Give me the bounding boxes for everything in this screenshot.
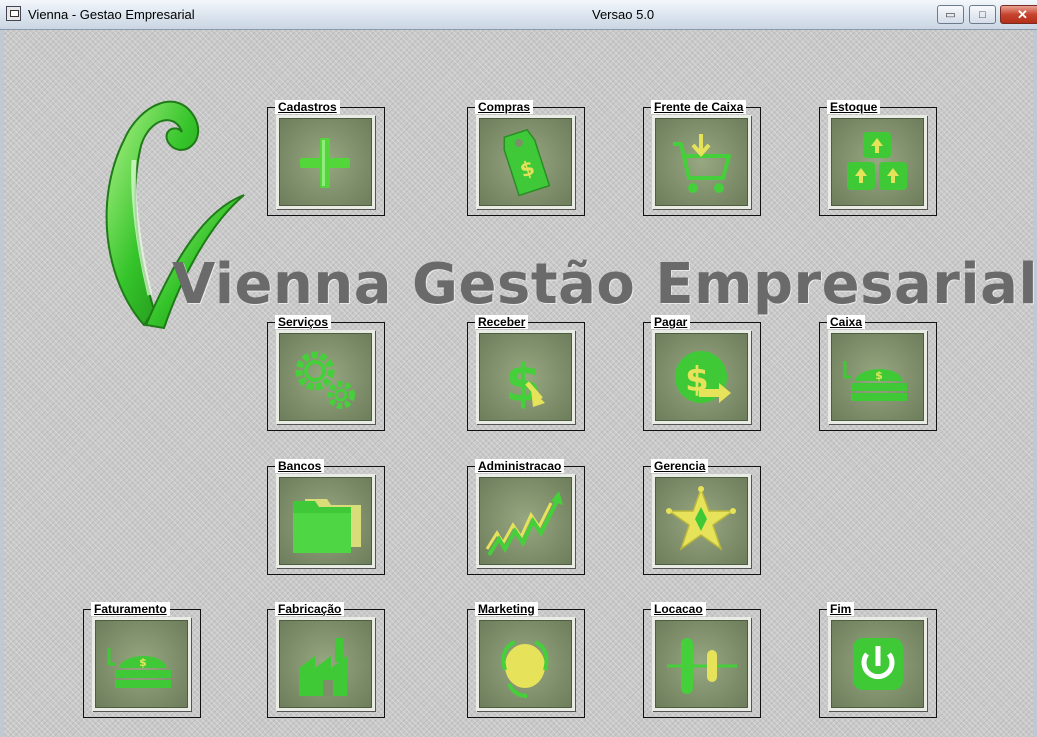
frente-de-caixa-button[interactable] bbox=[652, 115, 751, 209]
bancos-button[interactable] bbox=[276, 474, 375, 568]
factory-icon bbox=[299, 638, 347, 696]
tile-frente-de-caixa: Frente de Caixa bbox=[643, 100, 761, 216]
fim-button[interactable] bbox=[828, 617, 927, 711]
tile-label: Fabricação bbox=[275, 602, 345, 616]
stock-boxes-icon bbox=[847, 132, 907, 190]
tile-gerencia: Gerencia bbox=[643, 459, 761, 575]
close-button[interactable]: ✕ bbox=[1000, 5, 1037, 24]
dollar-in-icon: $ bbox=[505, 354, 545, 414]
gears-icon bbox=[295, 351, 355, 409]
tile-servicos: Serviços bbox=[267, 315, 385, 431]
tile-label: Fim bbox=[827, 602, 855, 616]
tile-locacao: Locacao bbox=[643, 602, 761, 718]
headset-icon bbox=[501, 640, 549, 698]
tile-label: Caixa bbox=[827, 315, 866, 329]
cash-register-icon: $ bbox=[843, 361, 907, 401]
svg-text:$: $ bbox=[875, 369, 883, 382]
tile-label: Faturamento bbox=[91, 602, 170, 616]
price-tag-icon: $ bbox=[503, 128, 551, 197]
growth-chart-icon bbox=[485, 491, 563, 557]
tile-label: Marketing bbox=[475, 602, 538, 616]
tile-fabricacao: Fabricação bbox=[267, 602, 385, 718]
tile-label: Cadastros bbox=[275, 100, 340, 114]
minimize-button[interactable]: ▭ bbox=[937, 5, 964, 24]
app-icon[interactable] bbox=[6, 6, 21, 21]
close-icon: ✕ bbox=[1017, 6, 1028, 22]
version-label: Versao 5.0 bbox=[592, 7, 655, 22]
gerencia-button[interactable] bbox=[652, 474, 751, 568]
pagar-button[interactable]: $ bbox=[652, 330, 751, 424]
tile-bancos: Bancos bbox=[267, 459, 385, 575]
tile-compras: Compras $ bbox=[467, 100, 585, 216]
tile-label: Locacao bbox=[651, 602, 706, 616]
window-title: Vienna - Gestao Empresarial bbox=[28, 7, 195, 22]
title-bar: Vienna - Gestao Empresarial Versao 5.0 ▭… bbox=[0, 0, 1037, 30]
tile-estoque: Estoque bbox=[819, 100, 937, 216]
dollar-out-icon: $ bbox=[675, 351, 731, 403]
restore-button[interactable]: □ bbox=[969, 5, 996, 24]
tile-caixa: Caixa $ bbox=[819, 315, 937, 431]
restore-icon: □ bbox=[979, 8, 986, 21]
servicos-button[interactable] bbox=[276, 330, 375, 424]
tile-label: Gerencia bbox=[651, 459, 709, 473]
svg-text:$: $ bbox=[139, 656, 147, 669]
tile-administracao: Administracao bbox=[467, 459, 585, 575]
tile-pagar: Pagar $ bbox=[643, 315, 761, 431]
tile-label: Compras bbox=[475, 100, 534, 114]
receber-button[interactable]: $ bbox=[476, 330, 575, 424]
locacao-button[interactable] bbox=[652, 617, 751, 711]
tile-faturamento: Faturamento $ bbox=[83, 602, 201, 718]
compras-button[interactable]: $ bbox=[476, 115, 575, 209]
tile-label: Frente de Caixa bbox=[651, 100, 747, 114]
tile-label: Pagar bbox=[651, 315, 691, 329]
marketing-button[interactable] bbox=[476, 617, 575, 711]
tile-receber: Receber $ bbox=[467, 315, 585, 431]
tile-label: Serviços bbox=[275, 315, 332, 329]
tile-marketing: Marketing bbox=[467, 602, 585, 718]
tile-cadastros: Cadastros bbox=[267, 100, 385, 216]
tile-label: Receber bbox=[475, 315, 529, 329]
cadastros-button[interactable] bbox=[276, 115, 375, 209]
main-area: Vienna Gestão Empresarial Cadastros Comp… bbox=[0, 30, 1037, 737]
tile-label: Estoque bbox=[827, 100, 881, 114]
slider-icon bbox=[667, 638, 737, 694]
tile-fim: Fim bbox=[819, 602, 937, 718]
minimize-icon: ▭ bbox=[945, 9, 956, 21]
plus-icon bbox=[300, 138, 350, 188]
administracao-button[interactable] bbox=[476, 474, 575, 568]
brand-title: Vienna Gestão Empresarial bbox=[172, 252, 1037, 317]
power-icon bbox=[853, 638, 903, 690]
tile-label: Bancos bbox=[275, 459, 325, 473]
tile-label: Administracao bbox=[475, 459, 565, 473]
caixa-button[interactable]: $ bbox=[828, 330, 927, 424]
sheriff-star-icon bbox=[666, 486, 736, 551]
fabricacao-button[interactable] bbox=[276, 617, 375, 711]
estoque-button[interactable] bbox=[828, 115, 927, 209]
cash-register-icon: $ bbox=[107, 648, 171, 688]
folder-icon bbox=[293, 499, 361, 553]
faturamento-button[interactable]: $ bbox=[92, 617, 191, 711]
shopping-cart-icon bbox=[673, 134, 731, 193]
